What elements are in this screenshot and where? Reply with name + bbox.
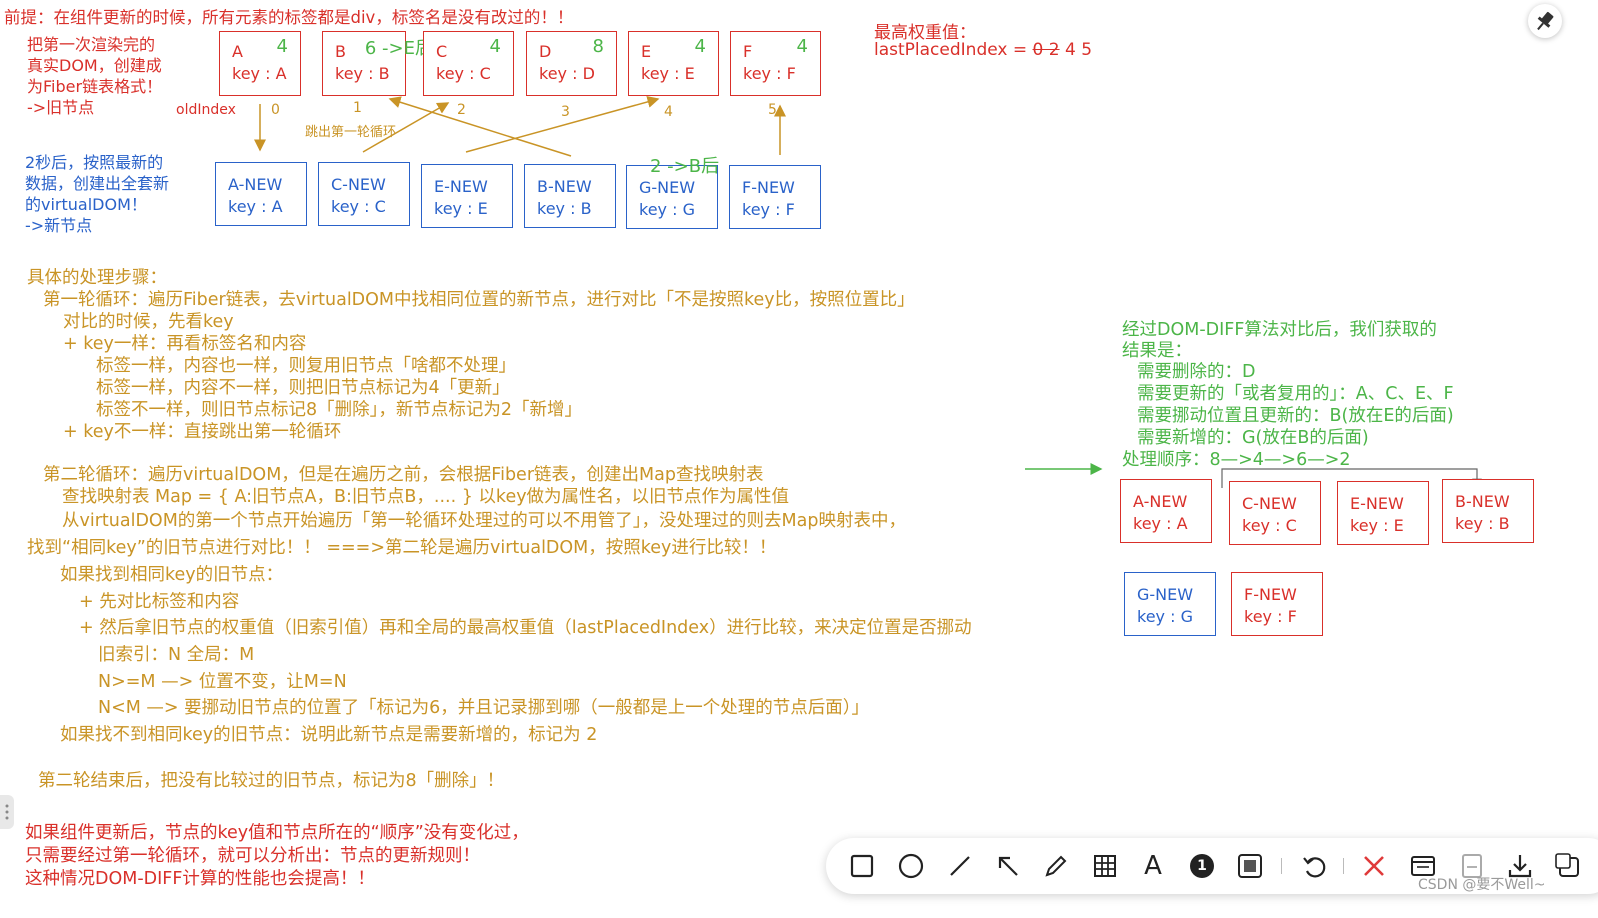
node-key: key : A <box>1133 514 1188 533</box>
pen-icon <box>1045 855 1067 877</box>
step-line: 第二轮结束后，把没有比较过的旧节点，标记为8「删除」！ <box>38 771 505 791</box>
toolbar-separator <box>1281 858 1282 874</box>
new-node-a: A-NEW key : A <box>215 162 307 226</box>
node-name: E-NEW <box>1350 494 1404 513</box>
step-line: N<M —> 要挪动旧节点的位置了「标记为6，并且记录挪到哪（一般都是上一个处理… <box>98 698 870 718</box>
side-handle[interactable] <box>0 795 14 829</box>
result-node-f: F-NEW key : F <box>1231 572 1323 636</box>
step-line: 从virtualDOM的第一个节点开始遍历「第一轮循环处理过的可以不用管了」，没… <box>62 511 906 531</box>
bottom-note-line: 只需要经过第一轮循环，就可以分析出：节点的更新规则！ <box>25 846 480 866</box>
result-node-e: E-NEW key : E <box>1337 481 1429 545</box>
node-name: F-NEW <box>742 178 795 197</box>
step-line: 如果找不到相同key的旧节点：说明此新节点是需要新增的，标记为 2 <box>60 725 598 745</box>
node-name: E-NEW <box>434 177 488 196</box>
new-node-c: C-NEW key : C <box>318 162 410 226</box>
g-new-weight-note: 2 ->B后 <box>650 156 720 177</box>
node-name: B-NEW <box>537 177 592 196</box>
result-node-a: A-NEW key : A <box>1120 479 1212 543</box>
result-node-g: G-NEW key : G <box>1124 572 1216 636</box>
step-line: 旧索引：N 全局：M <box>98 645 255 665</box>
result-node-c: C-NEW key : C <box>1229 481 1321 545</box>
node-key: key : F <box>742 200 795 219</box>
arrow-tool-button[interactable] <box>992 850 1024 882</box>
step-line: 查找映射表 Map = { A:旧节点A，B:旧节点B，.... } 以key做… <box>62 487 790 507</box>
close-icon <box>1364 856 1384 876</box>
line-tool-button[interactable] <box>944 850 976 882</box>
last-placed-index-current: 4 5 <box>1064 40 1093 60</box>
mosaic-icon <box>1238 854 1262 878</box>
pen-tool-button[interactable] <box>1040 850 1072 882</box>
pin-icon <box>1537 11 1554 31</box>
text-icon: A <box>1144 851 1162 881</box>
circle-tool-button[interactable] <box>895 850 927 882</box>
line-icon <box>950 856 970 876</box>
square-tool-button[interactable] <box>846 850 878 882</box>
bottom-note-line: 如果组件更新后，节点的key值和节点所在的“顺序”没有变化过， <box>25 823 529 843</box>
watermark: CSDN @要不Well~ <box>1418 877 1546 893</box>
step-line: + 先对比标签和内容 <box>79 592 240 612</box>
node-key: key : B <box>1455 514 1510 533</box>
node-key: key : C <box>1242 516 1297 535</box>
last-placed-index: lastPlacedIndex = 0 2 4 5 <box>874 40 1092 60</box>
node-name: A-NEW <box>228 175 283 194</box>
node-name: G-NEW <box>1137 585 1194 604</box>
copy-icon <box>1555 853 1579 877</box>
new-node-e: E-NEW key : E <box>421 164 513 228</box>
arrow-c <box>362 102 450 153</box>
toolbar-separator <box>1343 858 1344 874</box>
undo-icon <box>1303 857 1326 878</box>
node-key: key : A <box>228 197 283 216</box>
node-key: key : E <box>1350 516 1404 535</box>
node-name: F-NEW <box>1244 585 1297 604</box>
node-name: A-NEW <box>1133 492 1188 511</box>
step-line: N>=M —> 位置不变，让M=N <box>98 672 347 692</box>
node-key: key : C <box>331 197 386 216</box>
result-line: 处理顺序：8—>4—>6—>2 <box>1122 450 1351 470</box>
bottom-note-line: 这种情况DOM-DIFF计算的性能也会提高！！ <box>25 869 375 889</box>
node-key: key : G <box>639 200 695 219</box>
node-key: key : F <box>1244 607 1297 626</box>
bottom-note: 如果组件更新后，节点的key值和节点所在的“顺序”没有变化过， 只需要经过第一轮… <box>25 822 529 891</box>
step-line: 如果找到相同key的旧节点： <box>60 565 284 585</box>
node-name: C-NEW <box>1242 494 1297 513</box>
pin-button[interactable] <box>1528 4 1562 38</box>
step-line: + key不一样：直接跳出第一轮循环 <box>63 422 342 442</box>
arrow-e <box>465 96 660 153</box>
text-tool-button[interactable]: A <box>1137 850 1169 882</box>
node-name: G-NEW <box>639 178 696 197</box>
copy-button[interactable] <box>1552 850 1584 882</box>
new-node-f: F-NEW key : F <box>729 165 821 229</box>
new-node-b: B-NEW key : B <box>524 164 616 228</box>
node-key: key : G <box>1137 607 1193 626</box>
number-tool-button[interactable]: 1 <box>1186 850 1218 882</box>
last-placed-index-label: lastPlacedIndex = <box>874 40 1028 60</box>
result-node-b: B-NEW key : B <box>1442 479 1534 543</box>
last-placed-index-struck: 0 2 <box>1032 40 1060 60</box>
table-icon <box>1094 855 1116 877</box>
table-tool-button[interactable] <box>1089 850 1121 882</box>
undo-button[interactable] <box>1298 850 1330 882</box>
node-name: C-NEW <box>331 175 386 194</box>
mosaic-tool-button[interactable] <box>1234 850 1266 882</box>
cancel-button[interactable] <box>1358 850 1390 882</box>
drag-handle-icon <box>5 804 9 820</box>
circle-icon <box>898 853 924 879</box>
step-line: + 然后拿旧节点的权重值（旧索引值）再和全局的最高权重值（lastPlacedI… <box>79 618 972 638</box>
arrow-icon <box>998 856 1018 876</box>
node-key: key : E <box>434 199 488 218</box>
node-name: B-NEW <box>1455 492 1510 511</box>
step-line: 找到“相同key”的旧节点进行对比！！ ===>第二轮是遍历virtualDOM… <box>27 538 777 558</box>
number-icon: 1 <box>1190 854 1214 878</box>
square-icon <box>850 854 874 878</box>
node-key: key : B <box>537 199 592 218</box>
